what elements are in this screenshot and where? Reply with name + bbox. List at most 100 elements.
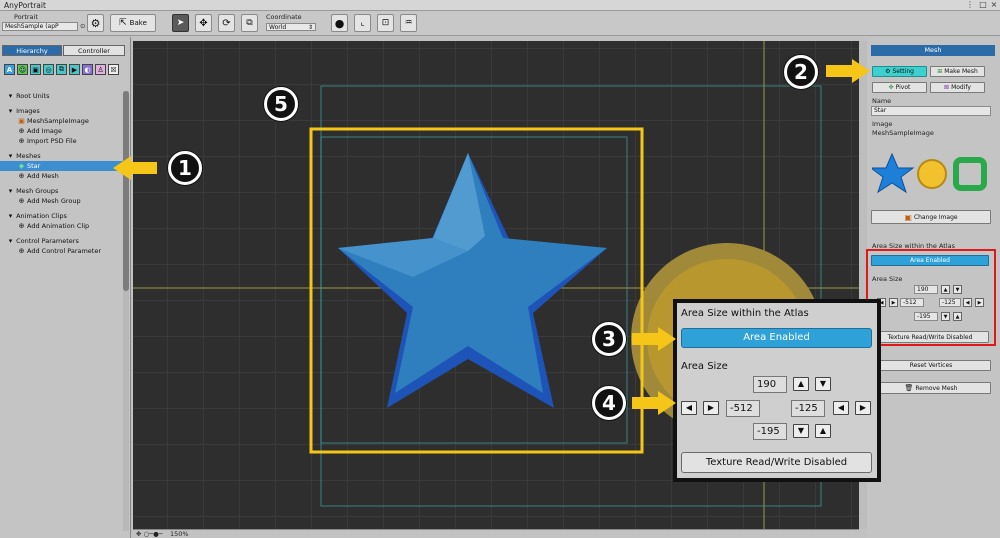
expand-icon: ▾ (8, 212, 13, 220)
tree-item-add-mesh[interactable]: ⊕ Add Mesh (0, 171, 124, 181)
zoom-left-left-button[interactable]: ◀ (681, 401, 697, 415)
tree-item-meshsampleimage[interactable]: ▣ MeshSampleImage (0, 116, 124, 126)
move-tool-button[interactable]: ✥ (195, 14, 212, 32)
zoom-bottom-up-button[interactable]: ▲ (815, 424, 831, 438)
dropdown-icon: ⇕ (307, 24, 313, 31)
callout-badge-1: 1 (168, 151, 202, 185)
zoom-area-top-field[interactable]: 190 (753, 376, 787, 393)
section-root-units[interactable]: ▾ Root Units (0, 91, 124, 101)
scale-tool-button[interactable]: ⧉ (241, 14, 258, 32)
remove-mesh-button[interactable]: 🗑 Remove Mesh (871, 382, 991, 394)
tab-hierarchy[interactable]: Hierarchy (2, 45, 62, 56)
physics-icon: ♒ (404, 18, 413, 28)
arrow-left-icon: ◀ (837, 403, 845, 412)
star-highlight (433, 153, 485, 251)
section-control-parameters[interactable]: ▾ Control Parameters (0, 236, 124, 246)
arrow-right-icon: ▶ (707, 403, 715, 412)
zoom-texture-rw-button[interactable]: Texture Read/Write Disabled (681, 452, 872, 473)
zoom-slider-icon[interactable]: ✥ ○─●─ (136, 530, 163, 538)
name-field[interactable]: Star (871, 106, 991, 116)
zoom-area-bottom-field[interactable]: -195 (753, 423, 787, 440)
setting-button[interactable]: ⚙ Setting (872, 66, 927, 77)
zoom-area-left-field[interactable]: -512 (726, 400, 760, 417)
scrollbar-thumb[interactable] (123, 91, 129, 291)
section-meshes[interactable]: ▾ Meshes (0, 151, 124, 161)
tree-item-add-animation-clip[interactable]: ⊕ Add Animation Clip (0, 221, 124, 231)
filter-image-icon[interactable]: ▣ (30, 64, 41, 75)
modify-button[interactable]: ⊠ Modify (930, 82, 985, 93)
tree-item-import-psd[interactable]: ⊕ Import PSD File (0, 136, 124, 146)
canvas-bottom-bar: ✥ ○─●─ 150% (133, 529, 859, 538)
tree-item-label: Add Control Parameter (27, 247, 102, 255)
filter-bone-icon[interactable]: ♙ (95, 64, 106, 75)
zoom-left-right-button[interactable]: ▶ (703, 401, 719, 415)
arrow-down-icon: ▼ (797, 426, 805, 435)
filter-meshgroup-icon[interactable]: ⧉ (56, 64, 67, 75)
area-zoom-inset: Area Size within the Atlas Area Enabled … (673, 299, 881, 482)
tree-item-add-control-parameter[interactable]: ⊕ Add Control Parameter (0, 246, 124, 256)
zoom-texture-rw-label: Texture Read/Write Disabled (705, 457, 848, 468)
zoom-area-enabled-button[interactable]: Area Enabled (681, 328, 872, 348)
filter-animation-icon[interactable]: ▶ (69, 64, 80, 75)
zoom-bottom-down-button[interactable]: ▼ (793, 424, 809, 438)
coordinate-value: World (269, 24, 287, 31)
bone-icon: ⌞ (360, 18, 365, 28)
zoom-top-down-button[interactable]: ▼ (815, 377, 831, 391)
make-mesh-button[interactable]: ⊞ Make Mesh (930, 66, 985, 77)
tree-item-star[interactable]: ◈ Star (0, 161, 124, 171)
editor-window: AnyPortrait ⋮ □ × Portrait MeshSample (a… (0, 0, 1000, 538)
tree-item-label: Add Mesh Group (27, 197, 81, 205)
filter-param-icon[interactable]: ◐ (82, 64, 93, 75)
mesh-icon: ◈ (18, 161, 25, 170)
export-icon: ⇱ (119, 18, 127, 28)
bake-button[interactable]: ⇱ Bake (110, 14, 156, 32)
section-animation-clips[interactable]: ▾ Animation Clips (0, 211, 124, 221)
image-value: MeshSampleImage (872, 129, 934, 137)
callout-badge-4: 4 (592, 386, 626, 420)
select-tool-button[interactable]: ➤ (172, 14, 189, 32)
tree-item-add-image[interactable]: ⊕ Add Image (0, 126, 124, 136)
mesh-visibility-button[interactable]: ⊡ (377, 14, 394, 32)
reset-vertices-button[interactable]: Reset Vertices (871, 360, 991, 371)
filter-none-icon[interactable]: ☒ (108, 64, 119, 75)
window-menu-icon[interactable]: ⋮ (965, 0, 975, 10)
physics-button[interactable]: ♒ (400, 14, 417, 32)
pivot-button[interactable]: ✜ Pivot (872, 82, 927, 93)
maximize-icon[interactable]: □ (978, 0, 988, 10)
square-thumbnail (953, 157, 987, 191)
area-panel-highlight (866, 249, 996, 346)
callout-arrow-3 (632, 327, 676, 351)
close-icon[interactable]: × (989, 0, 999, 10)
reset-vertices-label: Reset Vertices (909, 362, 953, 369)
rotate-icon: ⟳ (222, 17, 231, 29)
zoom-right-right-button[interactable]: ▶ (855, 401, 871, 415)
move-icon: ✥ (199, 17, 208, 29)
section-mesh-groups[interactable]: ▾ Mesh Groups (0, 186, 124, 196)
zoom-top-up-button[interactable]: ▲ (793, 377, 809, 391)
tree-item-add-mesh-group[interactable]: ⊕ Add Mesh Group (0, 196, 124, 206)
expand-icon: ▾ (8, 152, 13, 160)
window-title: AnyPortrait (4, 1, 46, 10)
tab-controller[interactable]: Controller (63, 45, 125, 56)
section-images[interactable]: ▾ Images (0, 106, 124, 116)
callout-arrow-4 (632, 391, 676, 415)
portrait-select[interactable]: MeshSample (apP (2, 22, 78, 31)
zoom-level: 150% (170, 530, 189, 538)
hierarchy-tree: ▾ Root Units ▾ Images ▣ MeshSampleImage ⊕… (0, 91, 124, 256)
change-image-button[interactable]: ▣ Change Image (871, 210, 991, 224)
portrait-ping-icon[interactable]: ⊙ (80, 22, 85, 30)
onion-skin-button[interactable]: ● (331, 14, 348, 32)
filter-root-icon[interactable]: ☺ (17, 64, 28, 75)
add-icon: ⊕ (18, 221, 25, 230)
filter-mesh-icon[interactable]: ◎ (43, 64, 54, 75)
zoom-right-left-button[interactable]: ◀ (833, 401, 849, 415)
make-mesh-icon: ⊞ (937, 68, 943, 75)
coordinate-select[interactable]: World ⇕ (266, 23, 316, 31)
coordinate-label: Coordinate (266, 13, 302, 21)
filter-all-icon[interactable]: A (4, 64, 15, 75)
bake-label: Bake (129, 19, 147, 27)
zoom-area-right-field[interactable]: -125 (791, 400, 825, 417)
rotate-tool-button[interactable]: ⟳ (218, 14, 235, 32)
settings-button[interactable]: ⚙ (87, 14, 104, 32)
bone-visibility-button[interactable]: ⌞ (354, 14, 371, 32)
